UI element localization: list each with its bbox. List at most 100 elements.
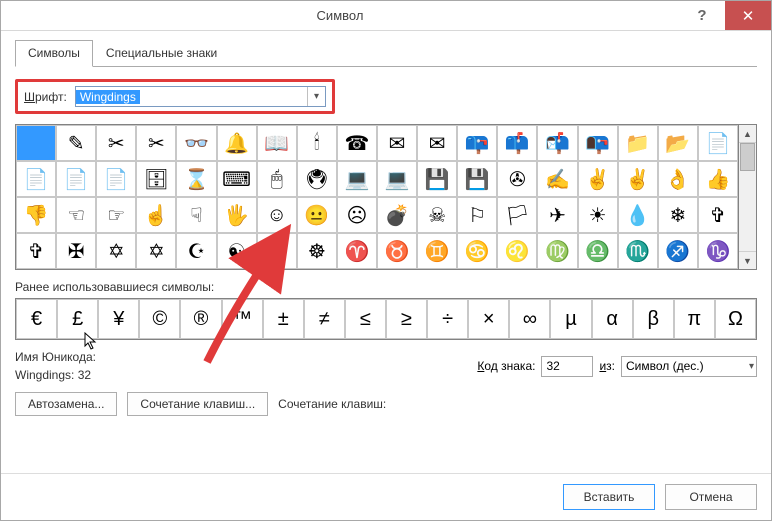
symbol-cell[interactable]: ♌ — [497, 233, 537, 269]
symbol-cell[interactable]: 🖲 — [297, 161, 337, 197]
scroll-thumb[interactable] — [740, 143, 755, 171]
symbol-cell[interactable]: ⚐ — [457, 197, 497, 233]
from-dropdown[interactable]: Символ (дес.) ▾ — [621, 356, 757, 377]
symbol-cell[interactable]: ✉ — [377, 125, 417, 161]
symbol-cell[interactable]: ✞ — [16, 233, 56, 269]
recent-cell[interactable]: ≠ — [304, 299, 345, 339]
symbol-cell[interactable] — [16, 125, 56, 161]
symbol-cell[interactable]: ♋ — [457, 233, 497, 269]
symbol-cell[interactable]: 🗄 — [136, 161, 176, 197]
cancel-button[interactable]: Отмена — [665, 484, 757, 510]
code-input[interactable] — [541, 356, 593, 377]
shortcut-button[interactable]: Сочетание клавиш... — [127, 392, 268, 416]
symbol-cell[interactable]: 📪 — [457, 125, 497, 161]
recent-cell[interactable]: ™ — [222, 299, 263, 339]
recent-cell[interactable]: ± — [263, 299, 304, 339]
symbol-cell[interactable]: 📂 — [658, 125, 698, 161]
symbol-cell[interactable]: ॐ — [257, 233, 297, 269]
symbol-cell[interactable]: ✍ — [537, 161, 577, 197]
symbol-cell[interactable]: ✈ — [537, 197, 577, 233]
symbol-cell[interactable]: ☸ — [297, 233, 337, 269]
recent-cell[interactable]: β — [633, 299, 674, 339]
symbol-cell[interactable]: ✡ — [96, 233, 136, 269]
symbol-cell[interactable]: 👎 — [16, 197, 56, 233]
symbol-cell[interactable]: ☺ — [257, 197, 297, 233]
symbol-cell[interactable]: ☠ — [417, 197, 457, 233]
recent-cell[interactable]: ¥ — [98, 299, 139, 339]
symbol-cell[interactable]: ✡ — [136, 233, 176, 269]
symbol-cell[interactable]: ✉ — [417, 125, 457, 161]
symbol-cell[interactable]: 💣 — [377, 197, 417, 233]
tab-special[interactable]: Специальные знаки — [93, 40, 230, 67]
symbol-cell[interactable]: ☟ — [176, 197, 216, 233]
font-dropdown[interactable]: Wingdings ▾ — [75, 86, 326, 107]
recent-cell[interactable]: Ω — [715, 299, 756, 339]
symbol-cell[interactable]: ☎ — [337, 125, 377, 161]
symbol-cell[interactable]: ⌛ — [176, 161, 216, 197]
symbol-cell[interactable]: 📬 — [537, 125, 577, 161]
recent-cell[interactable]: € — [16, 299, 57, 339]
symbol-cell[interactable]: 📁 — [618, 125, 658, 161]
symbol-cell[interactable]: ✂ — [136, 125, 176, 161]
symbol-cell[interactable]: ♎ — [578, 233, 618, 269]
symbol-cell[interactable]: ♊ — [417, 233, 457, 269]
grid-scrollbar[interactable]: ▲ ▼ — [739, 124, 757, 270]
symbol-cell[interactable]: 👓 — [176, 125, 216, 161]
symbol-cell[interactable]: ♐ — [658, 233, 698, 269]
symbol-cell[interactable]: 📄 — [698, 125, 738, 161]
symbol-cell[interactable]: ☜ — [56, 197, 96, 233]
recent-cell[interactable]: ∞ — [509, 299, 550, 339]
recent-cell[interactable]: © — [139, 299, 180, 339]
symbol-cell[interactable]: ☀ — [578, 197, 618, 233]
insert-button[interactable]: Вставить — [563, 484, 655, 510]
symbol-cell[interactable]: ♑ — [698, 233, 738, 269]
symbol-cell[interactable]: 🖱 — [257, 161, 297, 197]
recent-cell[interactable]: α — [592, 299, 633, 339]
symbol-cell[interactable]: 💾 — [417, 161, 457, 197]
symbol-cell[interactable]: 🕯 — [297, 125, 337, 161]
symbol-cell[interactable]: ☹ — [337, 197, 377, 233]
symbol-cell[interactable]: ✠ — [56, 233, 96, 269]
symbol-cell[interactable]: ☝ — [136, 197, 176, 233]
recent-cell[interactable]: ÷ — [427, 299, 468, 339]
symbol-cell[interactable]: ✞ — [698, 197, 738, 233]
recent-cell[interactable]: ≥ — [386, 299, 427, 339]
close-button[interactable]: ✕ — [725, 1, 771, 30]
symbol-cell[interactable]: 💧 — [618, 197, 658, 233]
symbol-cell[interactable]: ☯ — [217, 233, 257, 269]
symbol-grid[interactable]: ✎✂✂👓🔔📖🕯☎✉✉📪📫📬📭📁📂📄📄📄📄🗄⌛⌨🖱🖲💻💻💾💾✇✍✌✌👌👍👎☜☞☝☟… — [15, 124, 739, 270]
symbol-cell[interactable]: ☪ — [176, 233, 216, 269]
symbol-cell[interactable]: ✎ — [56, 125, 96, 161]
symbol-cell[interactable]: ✌ — [618, 161, 658, 197]
recent-cell[interactable]: × — [468, 299, 509, 339]
recent-cell[interactable]: ® — [180, 299, 221, 339]
symbol-cell[interactable]: 👌 — [658, 161, 698, 197]
symbol-cell[interactable]: ⌨ — [217, 161, 257, 197]
symbol-cell[interactable]: ♉ — [377, 233, 417, 269]
symbol-cell[interactable]: 📄 — [96, 161, 136, 197]
autocorrect-button[interactable]: Автозамена... — [15, 392, 117, 416]
symbol-cell[interactable]: 📄 — [56, 161, 96, 197]
symbol-cell[interactable]: 📄 — [16, 161, 56, 197]
help-button[interactable]: ? — [679, 1, 725, 30]
symbol-cell[interactable]: ♏ — [618, 233, 658, 269]
symbol-cell[interactable]: ♈ — [337, 233, 377, 269]
recent-grid[interactable]: €£¥©®™±≠≤≥÷×∞µαβπΩ — [15, 298, 757, 340]
symbol-cell[interactable]: 💻 — [377, 161, 417, 197]
symbol-cell[interactable]: ☞ — [96, 197, 136, 233]
symbol-cell[interactable]: 💾 — [457, 161, 497, 197]
symbol-cell[interactable]: 📫 — [497, 125, 537, 161]
symbol-cell[interactable]: 📖 — [257, 125, 297, 161]
symbol-cell[interactable]: ❄ — [658, 197, 698, 233]
scroll-track[interactable] — [739, 143, 756, 251]
recent-cell[interactable]: ≤ — [345, 299, 386, 339]
scroll-up-icon[interactable]: ▲ — [739, 125, 756, 143]
symbol-cell[interactable]: 👍 — [698, 161, 738, 197]
symbol-cell[interactable]: ✇ — [497, 161, 537, 197]
symbol-cell[interactable]: ♍ — [537, 233, 577, 269]
symbol-cell[interactable]: 📭 — [578, 125, 618, 161]
scroll-down-icon[interactable]: ▼ — [739, 251, 756, 269]
recent-cell[interactable]: £ — [57, 299, 98, 339]
recent-cell[interactable]: π — [674, 299, 715, 339]
symbol-cell[interactable]: 🔔 — [217, 125, 257, 161]
